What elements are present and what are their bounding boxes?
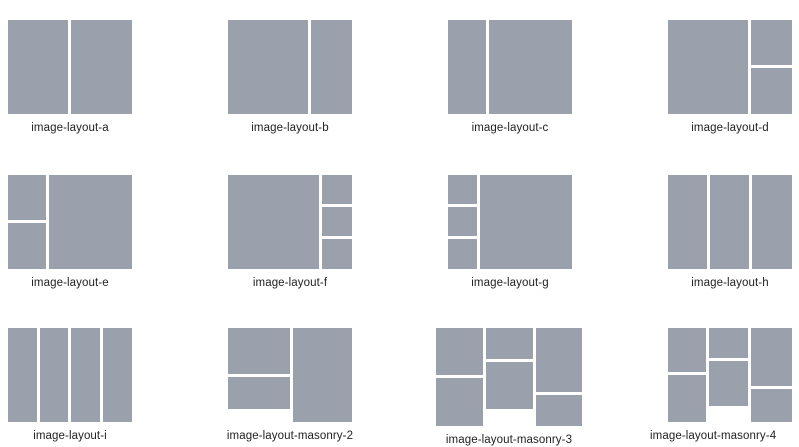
layout-thumbnail[interactable] <box>228 175 352 269</box>
image-placeholder-tile <box>751 328 792 386</box>
image-placeholder-tile <box>448 207 477 236</box>
image-placeholder-tile <box>436 378 483 426</box>
layout-thumbnail[interactable] <box>8 175 132 269</box>
image-placeholder-tile <box>668 375 706 422</box>
image-placeholder-tile <box>228 377 290 409</box>
image-placeholder-tile <box>709 328 748 358</box>
layout-thumbnail[interactable] <box>228 328 352 422</box>
layout-thumbnail[interactable] <box>668 175 792 269</box>
image-placeholder-tile <box>49 175 132 269</box>
layout-label: image-layout-masonry-4 <box>650 430 777 442</box>
layout-label: image-layout-h <box>691 277 769 289</box>
image-placeholder-tile <box>668 328 706 372</box>
layout-label: image-layout-d <box>691 122 769 134</box>
layout-thumbnail[interactable] <box>668 20 792 114</box>
layout-thumbnail[interactable] <box>668 328 792 422</box>
image-placeholder-tile <box>536 328 582 392</box>
layout-card-d[interactable]: image-layout-d <box>660 20 799 134</box>
image-placeholder-tile <box>103 328 132 422</box>
layout-label: image-layout-g <box>471 277 549 289</box>
layout-thumbnail[interactable] <box>436 328 582 426</box>
image-placeholder-tile <box>709 361 748 406</box>
layout-thumbnail[interactable] <box>8 328 132 422</box>
layout-thumbnail[interactable] <box>448 20 572 114</box>
image-placeholder-tile <box>322 207 352 236</box>
layout-card-masonry-4[interactable]: image-layout-masonry-4 <box>650 328 799 442</box>
image-placeholder-tile <box>436 328 483 375</box>
image-placeholder-tile <box>71 20 132 114</box>
layout-label: image-layout-e <box>31 277 109 289</box>
image-placeholder-tile <box>752 175 792 269</box>
layout-card-i[interactable]: image-layout-i <box>0 328 140 442</box>
layout-card-f[interactable]: image-layout-f <box>220 175 360 289</box>
layout-card-b[interactable]: image-layout-b <box>220 20 360 134</box>
image-placeholder-tile <box>8 223 46 269</box>
layout-label: image-layout-c <box>471 122 549 134</box>
layout-label: image-layout-masonry-3 <box>445 434 573 446</box>
image-placeholder-tile <box>489 20 572 114</box>
image-placeholder-tile <box>448 239 477 269</box>
image-placeholder-tile <box>486 328 533 359</box>
image-placeholder-tile <box>322 239 352 269</box>
layout-label: image-layout-i <box>33 430 107 442</box>
image-placeholder-tile <box>480 175 572 269</box>
image-placeholder-tile <box>668 20 748 114</box>
image-placeholder-tile <box>322 175 352 204</box>
image-placeholder-tile <box>228 175 319 269</box>
layout-card-a[interactable]: image-layout-a <box>0 20 140 134</box>
layout-label: image-layout-b <box>251 122 329 134</box>
layout-card-h[interactable]: image-layout-h <box>660 175 799 289</box>
layout-card-g[interactable]: image-layout-g <box>440 175 580 289</box>
image-placeholder-tile <box>710 175 749 269</box>
layout-thumbnail[interactable] <box>448 175 572 269</box>
image-placeholder-tile <box>486 362 533 409</box>
image-placeholder-tile <box>448 175 477 204</box>
image-placeholder-tile <box>751 389 792 422</box>
layout-label: image-layout-masonry-2 <box>226 430 354 442</box>
layout-card-e[interactable]: image-layout-e <box>0 175 140 289</box>
image-placeholder-tile <box>228 328 290 374</box>
image-placeholder-tile <box>8 20 68 114</box>
image-placeholder-tile <box>71 328 100 422</box>
layout-thumbnail[interactable] <box>8 20 132 114</box>
layout-label: image-layout-a <box>31 122 109 134</box>
image-placeholder-tile <box>751 68 792 114</box>
image-placeholder-tile <box>448 20 486 114</box>
image-placeholder-tile <box>8 175 46 220</box>
image-placeholder-tile <box>311 20 352 114</box>
layout-thumbnail[interactable] <box>228 20 352 114</box>
image-placeholder-tile <box>293 328 352 422</box>
image-placeholder-tile <box>228 20 308 114</box>
layout-card-c[interactable]: image-layout-c <box>440 20 580 134</box>
layout-card-masonry-2[interactable]: image-layout-masonry-2 <box>220 328 360 442</box>
image-placeholder-tile <box>536 395 582 426</box>
image-placeholder-tile <box>668 175 707 269</box>
layout-label: image-layout-f <box>252 277 328 289</box>
image-placeholder-tile <box>40 328 68 422</box>
image-placeholder-tile <box>751 20 792 65</box>
image-placeholder-tile <box>8 328 37 422</box>
layout-card-masonry-3[interactable]: image-layout-masonry-3 <box>428 328 582 446</box>
